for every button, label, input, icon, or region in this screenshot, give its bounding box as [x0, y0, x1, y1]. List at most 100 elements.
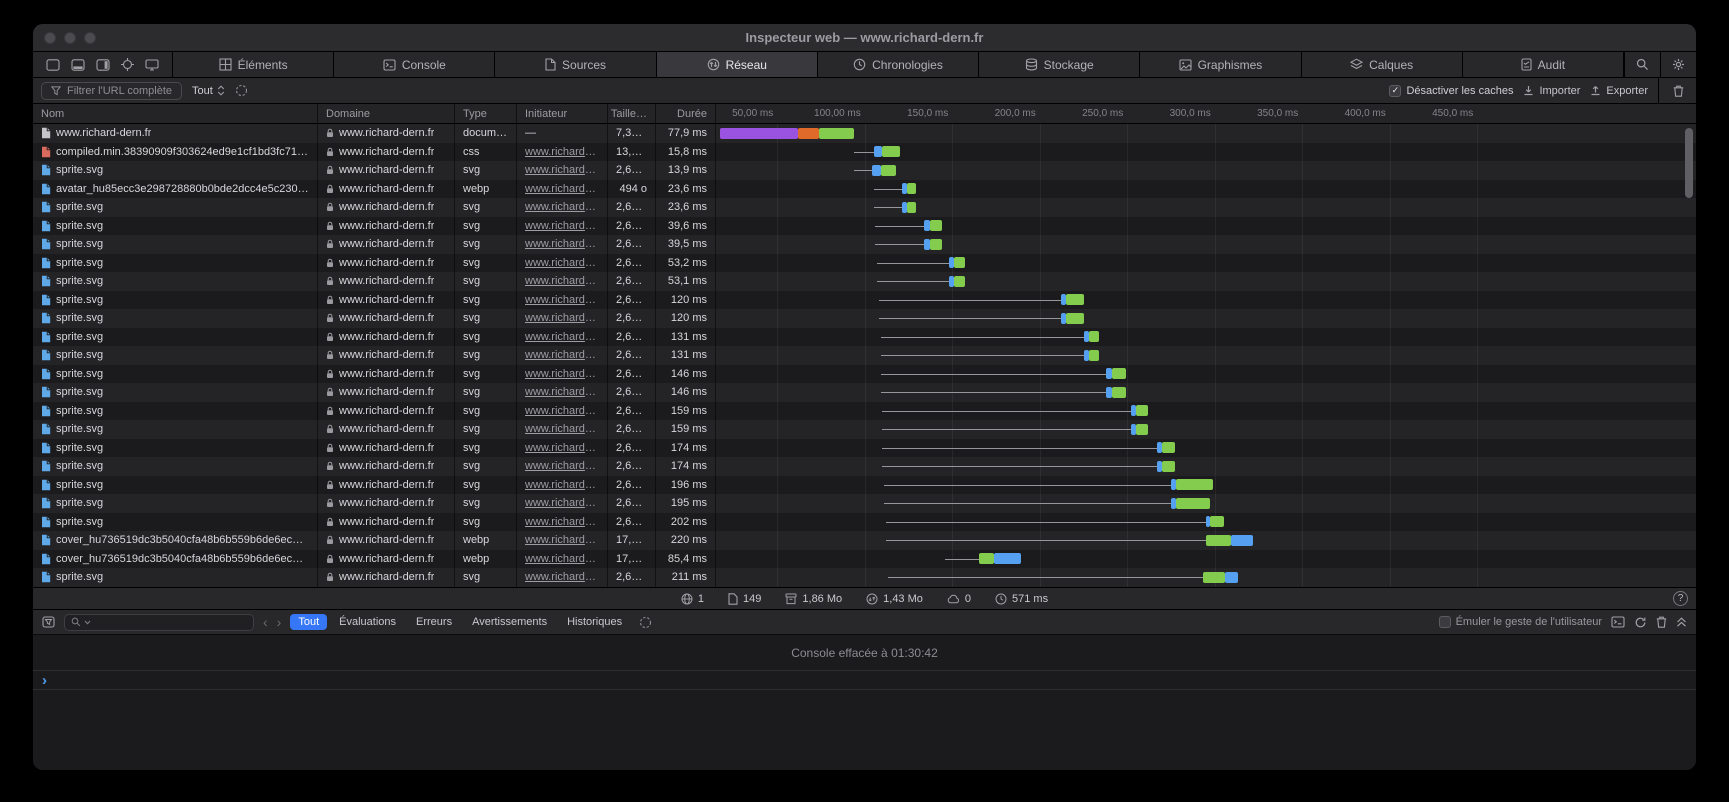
initiator-link[interactable]: www.richard-d…: [525, 479, 599, 491]
column-header-duration[interactable]: Durée: [656, 104, 716, 123]
lock-icon: [326, 313, 334, 323]
waterfall-segment: [874, 146, 883, 157]
resource-type: svg: [463, 201, 480, 213]
search-button[interactable]: [1624, 52, 1660, 77]
initiator-link[interactable]: www.richard-d…: [525, 201, 599, 213]
file-icon: [41, 571, 51, 583]
url-filter-field[interactable]: Filtrer l'URL complète: [41, 82, 182, 100]
help-button[interactable]: ?: [1673, 591, 1688, 606]
import-button[interactable]: Importer: [1523, 85, 1580, 97]
duration-cell: 120 ms: [656, 309, 716, 328]
waterfall-segment: [930, 239, 942, 250]
domain-name: www.richard-dern.fr: [339, 183, 434, 195]
initiator-link[interactable]: www.richard-d…: [525, 164, 599, 176]
resource-scope-dropdown[interactable]: Tout: [192, 85, 225, 97]
column-header-size[interactable]: Taille…: [608, 104, 656, 123]
summary-cloud: 0: [947, 593, 971, 605]
initiator-link[interactable]: www.richard-d…: [525, 516, 599, 528]
console-tab-tout[interactable]: Tout: [290, 614, 327, 630]
initiator-link[interactable]: www.richard-d…: [525, 257, 599, 269]
initiator-link[interactable]: www.richard-d…: [525, 312, 599, 324]
device-icon[interactable]: [46, 59, 60, 71]
settings-button[interactable]: [1660, 52, 1696, 77]
resource-type: svg: [463, 497, 480, 509]
tab-audit[interactable]: Audit: [1463, 52, 1624, 77]
display-icon[interactable]: [145, 59, 159, 71]
clear-console-button[interactable]: [1656, 616, 1667, 628]
activity-filter-icon[interactable]: [235, 84, 248, 97]
chevron-down-icon: [84, 620, 91, 625]
column-header-initiator[interactable]: Initiateur: [517, 104, 608, 123]
previous-result-button[interactable]: ‹: [263, 615, 268, 629]
console-tab-avertissements[interactable]: Avertissements: [464, 614, 555, 630]
initiator-link[interactable]: www.richard-d…: [525, 534, 599, 546]
console-search-field[interactable]: [64, 614, 254, 631]
emulate-user-gesture-checkbox[interactable]: ✓ Émuler le geste de l'utilisateur: [1439, 616, 1602, 628]
close-button[interactable]: [44, 32, 56, 44]
timeline-tick-label: 50,00 ms: [716, 104, 773, 123]
next-result-button[interactable]: ›: [277, 615, 282, 629]
export-button[interactable]: Exporter: [1590, 85, 1648, 97]
initiator-link[interactable]: www.richard-d…: [525, 571, 599, 583]
zoom-button[interactable]: [84, 32, 96, 44]
tab-storage[interactable]: Stockage: [979, 52, 1140, 77]
initiator-link[interactable]: www.richard-d…: [525, 405, 599, 417]
tab-label: Chronologies: [872, 58, 943, 72]
dock-bottom-icon[interactable]: [71, 59, 85, 71]
initiator-link[interactable]: www.richard-d…: [525, 146, 599, 158]
console-activity-filter-icon[interactable]: [639, 616, 652, 629]
initiator-link[interactable]: www.richard-d…: [525, 294, 599, 306]
element-picker-icon[interactable]: [121, 58, 134, 71]
initiator-link[interactable]: www.richard-d…: [525, 497, 599, 509]
tab-console[interactable]: Console: [334, 52, 495, 77]
file-icon: [41, 368, 51, 380]
resource-duration: 131 ms: [671, 331, 707, 343]
initiator-link[interactable]: www.richard-d…: [525, 442, 599, 454]
tab-graphics[interactable]: Graphismes: [1140, 52, 1301, 77]
reload-icon[interactable]: [1634, 616, 1647, 629]
column-header-name[interactable]: Nom: [33, 104, 318, 123]
type-cell: svg: [455, 198, 517, 217]
network-toolbar: Filtrer l'URL complète Tout ✓ Désactiver…: [33, 78, 1696, 104]
minimize-button[interactable]: [64, 32, 76, 44]
initiator-link[interactable]: www.richard-d…: [525, 331, 599, 343]
console-filter-scope-icon[interactable]: [42, 616, 55, 628]
initiator-link[interactable]: www.richard-d…: [525, 349, 599, 361]
initiator-link[interactable]: www.richard-d…: [525, 553, 599, 565]
initiator-link[interactable]: www.richard-d…: [525, 238, 599, 250]
initiator-link[interactable]: www.richard-d…: [525, 220, 599, 232]
column-header-type[interactable]: Type: [455, 104, 517, 123]
tab-sources[interactable]: Sources: [495, 52, 656, 77]
tab-network[interactable]: Réseau: [657, 52, 818, 77]
waterfall-line: [882, 411, 1131, 412]
name-cell: sprite.svg: [33, 476, 318, 495]
console-drawer-icon[interactable]: [1611, 616, 1625, 628]
initiator-link[interactable]: www.richard-d…: [525, 460, 599, 472]
dock-right-icon[interactable]: [96, 59, 110, 71]
timeline-tick-label: 200,0 ms: [962, 104, 1036, 123]
disable-caches-checkbox[interactable]: ✓ Désactiver les caches: [1389, 85, 1513, 97]
column-header-domain[interactable]: Domaine: [318, 104, 455, 123]
console-tab-erreurs[interactable]: Erreurs: [408, 614, 460, 630]
duration-cell: 146 ms: [656, 383, 716, 402]
initiator-link[interactable]: www.richard-d…: [525, 386, 599, 398]
clear-network-items-button[interactable]: [1669, 85, 1688, 97]
console-prompt[interactable]: ›: [33, 671, 1696, 690]
waterfall-segment: [1112, 387, 1126, 398]
tab-elements[interactable]: Éléments: [173, 52, 334, 77]
expand-console-icon[interactable]: [1676, 616, 1687, 628]
resource-size: 2,63 …: [616, 257, 647, 269]
initiator-link[interactable]: www.richard-d…: [525, 423, 599, 435]
scrollbar-thumb[interactable]: [1685, 128, 1693, 198]
waterfall-segment: [1066, 294, 1084, 305]
initiator-link[interactable]: www.richard-d…: [525, 275, 599, 287]
console-tab-evaluations[interactable]: Évaluations: [331, 614, 404, 630]
waterfall-line: [882, 448, 1157, 449]
waterfall-cell: [716, 328, 1696, 347]
checkbox-unchecked-icon: ✓: [1439, 616, 1451, 628]
console-tab-historiques[interactable]: Historiques: [559, 614, 630, 630]
tab-timelines[interactable]: Chronologies: [818, 52, 979, 77]
initiator-link[interactable]: www.richard-d…: [525, 183, 599, 195]
tab-layers[interactable]: Calques: [1302, 52, 1463, 77]
initiator-link[interactable]: www.richard-d…: [525, 368, 599, 380]
